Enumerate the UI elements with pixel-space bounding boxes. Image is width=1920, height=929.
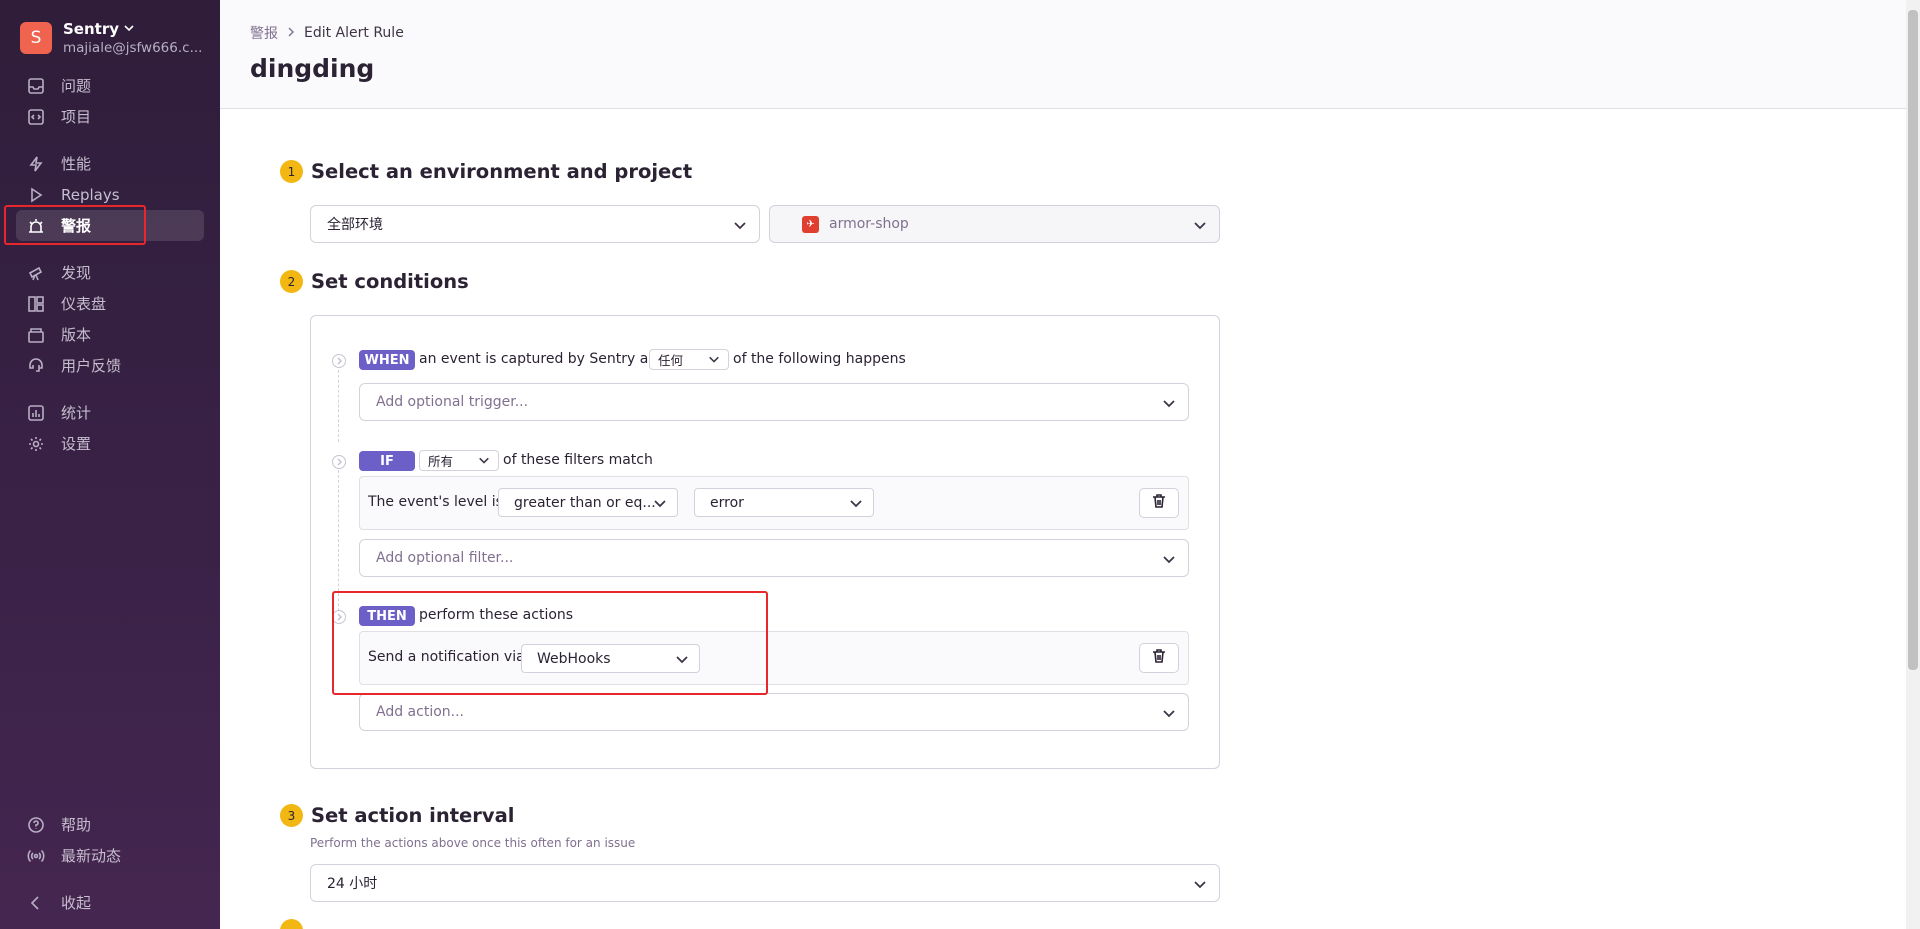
page-header: 警报 Edit Alert Rule dingding <box>220 0 1906 109</box>
chevron-right-icon <box>286 26 296 40</box>
chevron-down-icon <box>1162 396 1176 410</box>
environment-select[interactable]: 全部环境 <box>310 205 760 243</box>
sidebar-item-discover[interactable]: 发现 <box>16 257 204 288</box>
chevron-down-icon <box>1193 218 1207 232</box>
project-select[interactable]: ✈ armor-shop <box>769 205 1220 243</box>
sidebar-item-settings[interactable]: 设置 <box>16 428 204 459</box>
filter-label: The event's level is <box>368 494 503 510</box>
step-dot-icon <box>332 354 346 368</box>
step-title: Set conditions <box>311 270 469 293</box>
page-title: dingding <box>250 54 375 83</box>
chevron-down-icon <box>1162 552 1176 566</box>
package-icon <box>26 325 46 345</box>
play-icon <box>26 185 46 205</box>
action-interval-select[interactable]: 24 小时 <box>310 864 1220 902</box>
if-badge: IF <box>359 451 415 471</box>
org-name: Sentry <box>63 20 120 38</box>
step-title: Select an environment and project <box>311 160 693 183</box>
highlight-box-then <box>332 591 768 695</box>
question-icon <box>26 815 46 835</box>
org-avatar: S <box>20 22 52 54</box>
org-switcher[interactable]: S Sentry majiale@jsfw666.c... <box>20 20 202 56</box>
chevron-down-icon <box>1193 877 1207 891</box>
if-text-after: of these filters match <box>503 452 653 468</box>
step-2-header: 2 Set conditions <box>280 270 469 293</box>
graph-icon <box>26 403 46 423</box>
step-title: Set action interval <box>311 804 515 827</box>
when-match-select[interactable]: 任何 <box>649 349 729 370</box>
when-badge: WHEN <box>359 350 415 370</box>
megaphone-icon <box>26 356 46 376</box>
sidebar-item-performance[interactable]: 性能 <box>16 148 204 179</box>
add-action-select[interactable]: Add action... <box>359 693 1189 731</box>
breadcrumb-current: Edit Alert Rule <box>304 25 404 41</box>
sidebar-item-issues[interactable]: 问题 <box>16 70 204 101</box>
dashboard-icon <box>26 294 46 314</box>
breadcrumb-alerts[interactable]: 警报 <box>250 23 278 43</box>
chevron-down-icon <box>653 496 667 514</box>
code-icon <box>26 107 46 127</box>
chevron-down-icon <box>123 20 135 38</box>
filter-level-select[interactable]: error <box>694 488 874 517</box>
trash-icon <box>1151 493 1167 513</box>
filter-operator-select[interactable]: greater than or eq... <box>498 488 678 517</box>
chevron-down-icon <box>1162 706 1176 720</box>
inbox-icon <box>26 76 46 96</box>
add-filter-select[interactable]: Add optional filter... <box>359 539 1189 577</box>
delete-filter-button[interactable] <box>1139 488 1179 518</box>
gear-icon <box>26 434 46 454</box>
sidebar-item-whats-new[interactable]: 最新动态 <box>16 840 204 871</box>
delete-action-button[interactable] <box>1139 643 1179 673</box>
chevron-down-icon <box>478 454 490 469</box>
connector-line <box>338 370 339 442</box>
broadcast-icon <box>26 846 46 866</box>
highlight-box-sidebar <box>4 205 146 245</box>
step-3-header: 3 Set action interval <box>280 804 514 827</box>
step-number: 2 <box>280 270 303 293</box>
scrollbar-thumb[interactable] <box>1908 10 1918 670</box>
chevron-down-icon <box>849 496 863 514</box>
sidebar-item-user-feedback[interactable]: 用户反馈 <box>16 350 204 381</box>
step-dot-icon <box>332 455 346 469</box>
chevron-down-icon <box>733 218 747 232</box>
sidebar-item-stats[interactable]: 统计 <box>16 397 204 428</box>
sidebar-item-projects[interactable]: 项目 <box>16 101 204 132</box>
if-match-select[interactable]: 所有 <box>419 450 499 471</box>
when-text: an event is captured by Sentry and <box>419 351 667 367</box>
step-number: 1 <box>280 160 303 183</box>
breadcrumb: 警报 Edit Alert Rule <box>250 23 404 43</box>
chevron-left-icon <box>26 893 46 913</box>
step-3-subtitle: Perform the actions above once this ofte… <box>310 836 636 850</box>
sidebar-item-releases[interactable]: 版本 <box>16 319 204 350</box>
project-avatar-icon: ✈ <box>802 215 819 233</box>
chevron-down-icon <box>708 353 720 368</box>
add-trigger-select[interactable]: Add optional trigger... <box>359 383 1189 421</box>
when-text-after: of the following happens <box>733 351 906 367</box>
telescope-icon <box>26 263 46 283</box>
sidebar-collapse[interactable]: 收起 <box>16 887 204 918</box>
trash-icon <box>1151 648 1167 668</box>
sidebar-item-help[interactable]: 帮助 <box>16 809 204 840</box>
lightning-icon <box>26 154 46 174</box>
step-number-partial <box>280 919 303 929</box>
sidebar: S Sentry majiale@jsfw666.c... 问题 项目 性能 R… <box>0 0 220 929</box>
org-email: majiale@jsfw666.c... <box>63 40 203 56</box>
step-number: 3 <box>280 804 303 827</box>
step-1-header: 1 Select an environment and project <box>280 160 692 183</box>
sidebar-item-dashboards[interactable]: 仪表盘 <box>16 288 204 319</box>
